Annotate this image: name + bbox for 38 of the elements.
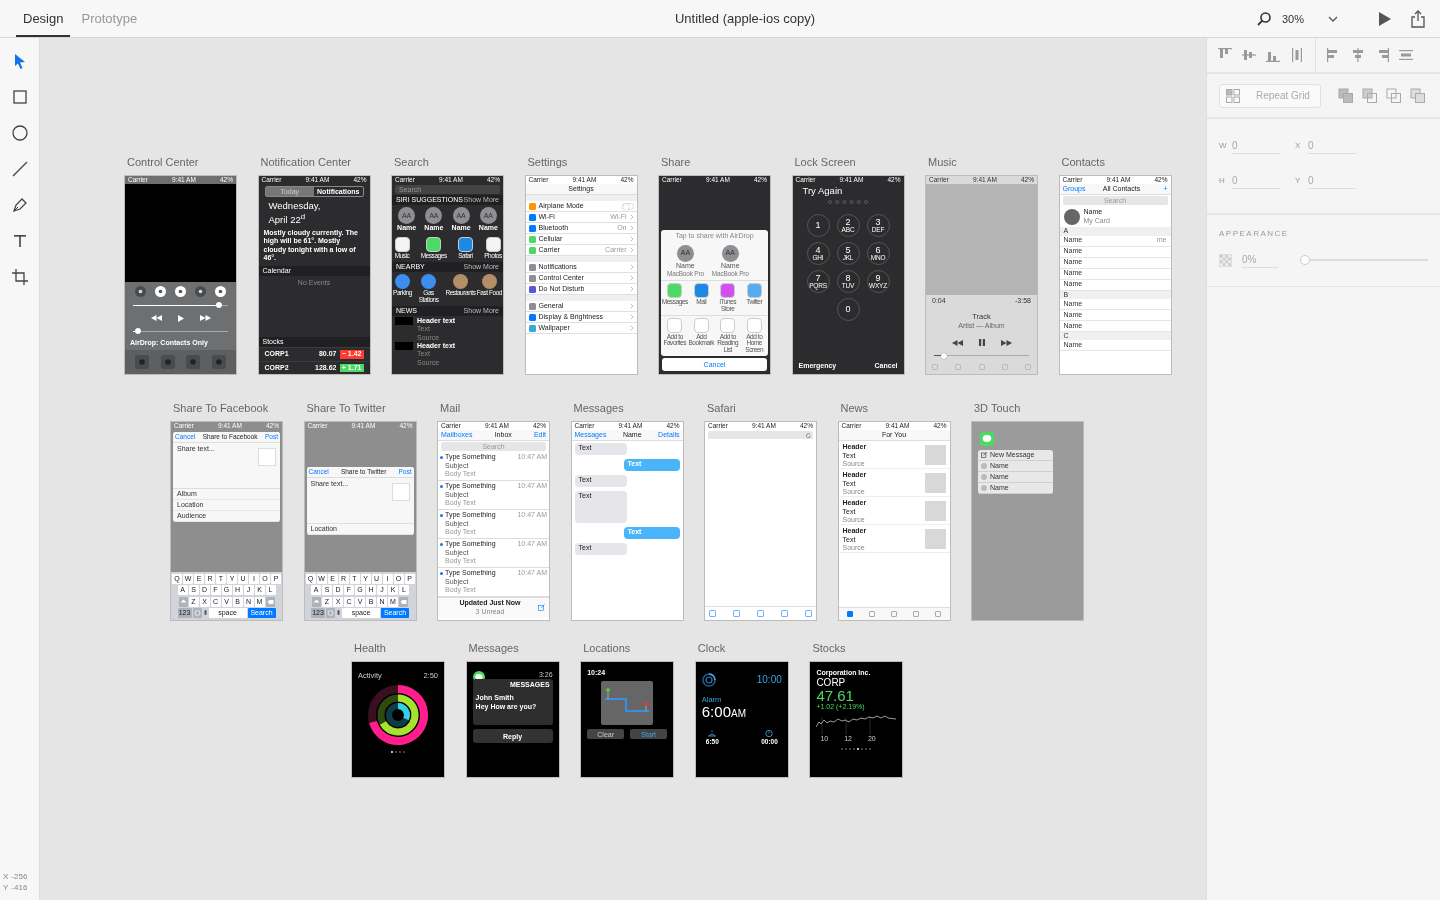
artboard-title[interactable]: Music bbox=[925, 156, 957, 169]
artboard-title[interactable]: Control Center bbox=[124, 156, 199, 169]
artboard-title[interactable]: Share To Facebook bbox=[170, 402, 269, 415]
heading-text: Try Again bbox=[801, 186, 844, 197]
coordinate-value: -256 bbox=[11, 872, 28, 881]
field-label: W bbox=[1219, 141, 1225, 150]
artboard-title[interactable]: Locations bbox=[580, 642, 631, 655]
artboard-title[interactable]: Lock Screen bbox=[791, 156, 856, 169]
artboard-title[interactable]: Safari bbox=[704, 402, 736, 415]
artboard-title[interactable]: Share bbox=[658, 156, 691, 169]
field-label: H bbox=[1219, 176, 1225, 185]
artboard-title[interactable]: Notification Center bbox=[257, 156, 351, 169]
artboard-title[interactable]: Messages bbox=[465, 642, 519, 655]
coordinate-label: X bbox=[3, 872, 9, 881]
artboard-title[interactable]: News bbox=[837, 402, 868, 415]
price-text: 47.61 bbox=[816, 688, 854, 704]
artboard-title[interactable]: Messages bbox=[570, 402, 624, 415]
alarm-time: 6:00AM bbox=[701, 704, 747, 719]
heading-text: Wednesday, bbox=[267, 201, 322, 212]
artboard-title[interactable]: Mail bbox=[437, 402, 461, 415]
field-label: X bbox=[1295, 141, 1301, 150]
artboard-title[interactable]: Health bbox=[351, 642, 386, 655]
artboard-title[interactable]: Contacts bbox=[1058, 156, 1105, 169]
coordinate-value: -416 bbox=[11, 883, 28, 892]
section-heading: APPEARANCE bbox=[1219, 229, 1290, 238]
coordinate-label: Y bbox=[3, 883, 9, 892]
artboard-title[interactable]: Stocks bbox=[809, 642, 846, 655]
artboard-title[interactable]: 3D Touch bbox=[971, 402, 1021, 415]
heading-text: CORP bbox=[816, 677, 847, 689]
field-label: Y bbox=[1295, 176, 1301, 185]
artboard-title[interactable]: Settings bbox=[524, 156, 568, 169]
heading-text: April 22$^{d}$ bbox=[267, 213, 307, 227]
artboard-title[interactable]: Search bbox=[391, 156, 429, 169]
document-title: Untitled (apple-ios copy) bbox=[673, 11, 817, 26]
artboard-title[interactable]: Clock bbox=[694, 642, 726, 655]
zoom-dropdown[interactable]: 30% bbox=[1277, 12, 1346, 25]
time-text: 10:00 bbox=[756, 674, 782, 686]
artboard-title[interactable]: Share To Twitter bbox=[303, 402, 386, 415]
